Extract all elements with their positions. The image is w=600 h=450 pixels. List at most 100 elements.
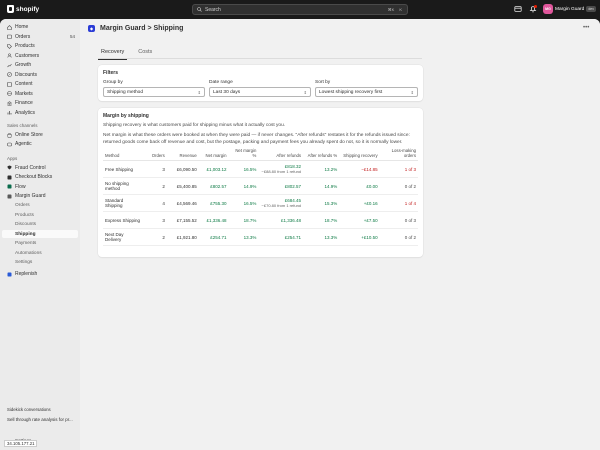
sidebar-item-online-store[interactable]: Online Store [2,131,78,139]
col-net-margin-pct: Net margin % [228,146,259,161]
store-switcher[interactable]: MG Margin Guard dev [543,4,596,14]
cell-loss-making: 0 of 3 [379,211,418,229]
col-revenue: Revenue [166,146,199,161]
app-icon: ◆ [88,25,95,32]
cell-method: Free Shipping [103,160,148,178]
growth-icon [7,63,12,67]
flow-icon [7,184,12,189]
sidebar-item-margin-guard[interactable]: Margin Guard [2,192,78,200]
cell-method: No shipping method [103,177,148,195]
sidebar-item-growth[interactable]: Growth [2,61,78,69]
table-row[interactable]: Free Shipping 3 £6,090.50 £1,003.12 16.5… [103,160,418,178]
cell-orders: 3 [147,160,167,178]
sidekick-conversations-label[interactable]: Sidekick conversations [7,407,51,412]
globe-icon [7,91,12,96]
cell-orders: 2 [147,177,167,195]
shopify-logo[interactable]: shopify [7,5,39,13]
group-by-label: Group by [103,80,123,85]
sidebar-item-replenish[interactable]: Replenish [2,270,78,278]
sidebar-item-agentic[interactable]: Agentic [2,140,78,148]
net-margin-description: Net margin is what these orders were boo… [103,133,410,145]
cell-net-margin-pct: 18.7% [228,211,259,229]
sidebar-item-discounts[interactable]: Discounts [2,71,78,79]
bank-icon [7,100,12,106]
tag-icon [7,43,12,49]
sidebar-subitem-discounts[interactable]: Discounts [15,222,36,227]
cell-after-refunds-pct: 13.2% [303,160,340,178]
sidebar-item-checkout-blocks[interactable]: Checkout Blocks [2,173,78,181]
sidebar-subitem-automations[interactable]: Automations [15,251,42,256]
cell-revenue: £1,921.80 [166,228,199,246]
margin-by-shipping-card: Margin by shipping Shipping recovery is … [98,108,423,257]
brand-name: shopify [16,5,40,13]
cell-revenue: £6,090.50 [166,160,199,178]
sidebar-item-label: Products [15,43,35,49]
apps-label[interactable]: Apps [7,156,17,161]
more-actions-icon[interactable]: ••• [583,25,589,31]
content-icon [7,81,12,87]
table-row[interactable]: Next Day Delivery 2 £1,921.80 £254.71 13.… [103,228,418,246]
col-shipping-recovery: Shipping recovery [339,146,380,161]
chevron-updown-icon: ⇕ [303,89,307,95]
cell-net-margin: £802.57 [198,177,229,195]
cell-after-refunds-pct: 15.3% [303,194,340,212]
shortcut-cmd: ⌘K [387,7,395,12]
sidebar-item-label: Finance [15,100,33,106]
sidebar-item-home[interactable]: Home [2,23,78,31]
cell-net-margin-pct: 13.3% [228,228,259,246]
search-placeholder: Search [205,6,221,13]
after-refunds-note: −£70.80 from 1 refund [261,203,302,208]
sidebar-item-finance[interactable]: Finance [2,99,78,107]
cell-orders: 3 [147,211,167,229]
home-icon [7,24,12,30]
sidebar-item-fraud-control[interactable]: Fraud Control [2,164,78,172]
sidebar-subitem-products[interactable]: Products [15,213,34,218]
date-range-select[interactable]: Last 30 days ⇕ [209,87,311,97]
cell-net-margin: £1,336.48 [198,211,229,229]
cell-orders: 4 [147,194,167,212]
sidebar-item-content[interactable]: Content [2,80,78,88]
cell-shipping-recovery: +£7.50 [339,211,380,229]
table-row[interactable]: No shipping method 2 £5,400.85 £802.57 14… [103,177,418,195]
search-icon [197,7,202,12]
sidebar-item-orders[interactable]: Orders 54 [2,33,78,41]
sidebar-subitem-shipping[interactable]: Shipping [2,230,78,238]
sidebar-subitem-settings[interactable]: Settings [15,260,32,265]
sidebar-subitem-payments[interactable]: Payments [15,241,36,246]
margin-table: Method Orders Revenue Net margin Net mar… [103,146,418,246]
cell-loss-making: 0 of 2 [379,228,418,246]
date-range-filter: Date range Last 30 days ⇕ [209,80,311,97]
table-row[interactable]: Standard Shipping 4 £4,569.46 £755.30 16.… [103,194,418,212]
group-by-filter: Group by Shipping method ⇕ [103,80,205,97]
sidebar-item-label: Markets [15,90,33,97]
cell-loss-making: 0 of 2 [379,177,418,195]
cell-net-margin: £755.30 [198,194,229,212]
filters-card: Filters Group by Shipping method ⇕ Date … [98,65,423,101]
sidebar-item-products[interactable]: Products [2,42,78,50]
sidekick-conversation-item[interactable]: Sell through rate analysis for pr... [7,417,73,422]
sidebar-item-label: Customers [15,52,40,59]
cell-after-refunds: £818.32 −£88.80 from 1 refund [258,160,304,178]
cell-shipping-recovery: +£10.50 [339,228,380,246]
search-bar[interactable]: Search ⌘K K [192,4,408,15]
method-name-line2: Shipping [105,203,123,208]
sidebar-item-flow[interactable]: Flow [2,183,78,191]
app-launcher-icon[interactable] [514,5,522,13]
replenish-icon [7,272,12,276]
sidebar-item-markets[interactable]: Markets [2,90,78,98]
sidebar-subitem-orders[interactable]: Orders [15,203,30,208]
cell-after-refunds: £802.57 [258,177,304,195]
sidebar-item-label: Replenish [15,271,38,277]
sidebar-item-analytics[interactable]: Analytics [2,109,78,117]
cell-revenue: £7,155.52 [166,211,199,229]
sidebar-item-customers[interactable]: Customers [2,52,78,60]
cell-loss-making: 1 of 4 [379,194,418,212]
cell-shipping-recovery: −£14.85 [339,160,380,178]
dev-badge: dev [586,6,596,12]
page-title: Margin Guard > Shipping [100,25,184,32]
sales-channels-label[interactable]: Sales channels [7,123,38,128]
table-row[interactable]: Express Shipping 3 £7,155.52 £1,336.48 1… [103,211,418,229]
cell-net-margin-pct: 16.5% [228,160,259,178]
group-by-select[interactable]: Shipping method ⇕ [103,87,205,97]
sort-by-select[interactable]: Lowest shipping recovery first ⇕ [315,87,418,97]
